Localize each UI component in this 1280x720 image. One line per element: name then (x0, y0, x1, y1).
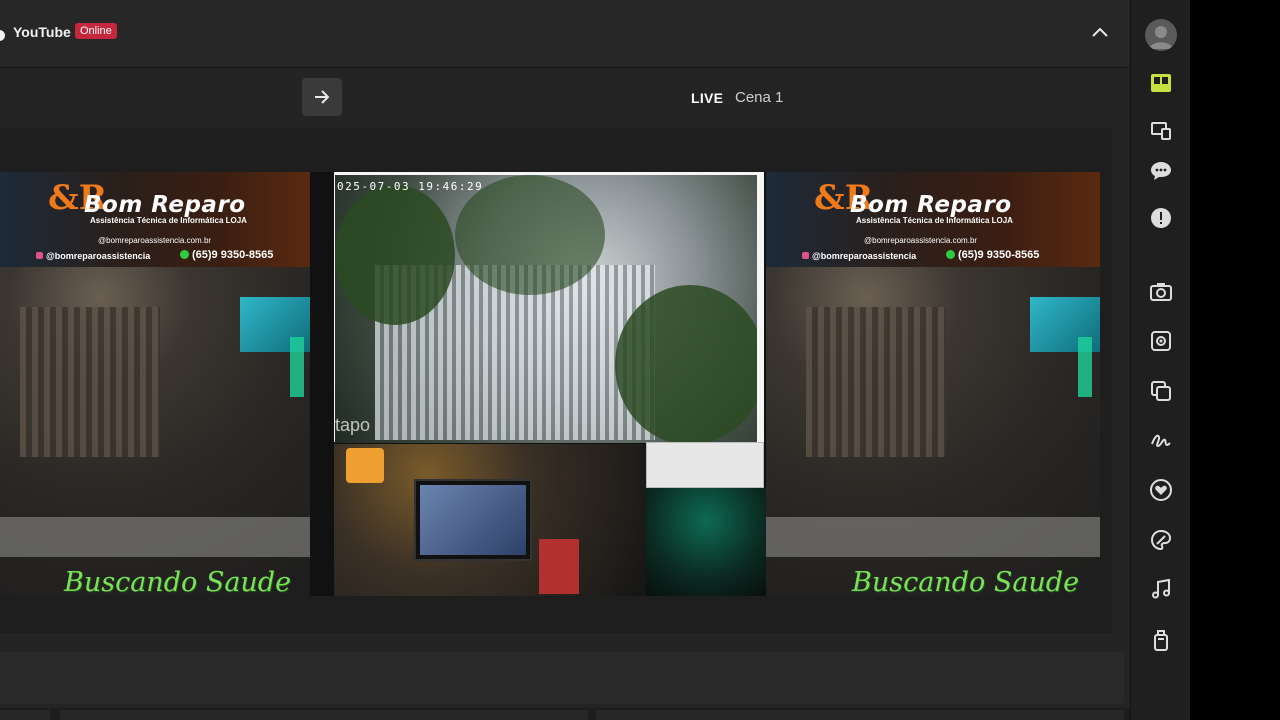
banner-phone-text: (65)9 9350-8565 (192, 249, 274, 261)
camera-brand: tapo (335, 415, 371, 435)
heart-badge-button[interactable] (1146, 475, 1176, 505)
user-icon (1149, 26, 1173, 49)
alert-button[interactable] (1146, 203, 1176, 233)
heart-badge-icon (1150, 479, 1172, 501)
store-banner: &R Bom Reparo Assistência Técnica de Inf… (0, 172, 310, 267)
live-label: LIVE (691, 90, 724, 106)
camera-icon (1150, 283, 1172, 301)
devices-button[interactable] (1146, 116, 1176, 146)
instagram-icon (802, 252, 809, 259)
side-scene (646, 488, 766, 596)
camera-plant-top (455, 175, 605, 295)
desk-camera-source (334, 444, 646, 596)
overlay-text-left: Buscando Saude (64, 567, 292, 596)
store-banner-right: &R Bom Reparo Assistência Técnica de Inf… (766, 172, 1100, 267)
security-camera-source: 025-07-03 19:46:29 tapo (334, 172, 764, 488)
outer-background (1190, 0, 1280, 720)
room-door (20, 307, 160, 457)
camera-plant-right (615, 285, 757, 443)
layout-grid-icon (1151, 74, 1171, 92)
scene-toolbar: LIVE Cena 1 (0, 68, 1130, 128)
store-room-view-right (766, 267, 1100, 596)
transition-arrow-button[interactable] (302, 78, 342, 116)
destination-header: YouTube Online (0, 0, 1130, 68)
avatar[interactable] (1145, 19, 1177, 51)
studio-app: YouTube Online LIVE Cena 1 &R Bom Reparo… (0, 0, 1280, 720)
bottom-segment (596, 710, 1124, 720)
palette-button[interactable] (1146, 525, 1176, 555)
banner-title-right: Bom Reparo (850, 192, 1012, 218)
camera-window-bar (646, 442, 764, 488)
room-light (290, 337, 304, 397)
main-panel: YouTube Online LIVE Cena 1 &R Bom Reparo… (0, 0, 1130, 720)
signature-icon (1151, 434, 1171, 448)
platform-name: YouTube (13, 24, 71, 40)
status-badge: Online (75, 23, 117, 39)
banner-phone: (65)9 9350-8565 (180, 249, 273, 261)
webcam-button[interactable] (1146, 326, 1176, 356)
webcam-icon (1151, 331, 1171, 351)
palette-icon (1150, 529, 1172, 551)
bottom-segment (0, 710, 50, 720)
desk-monitor (414, 479, 532, 561)
banner-phone-right: (65)9 9350-8565 (946, 249, 1039, 261)
device-button[interactable] (1146, 625, 1176, 655)
instagram-icon (36, 252, 43, 259)
bottom-panel-strip (0, 708, 1130, 720)
layers-button[interactable] (1146, 376, 1176, 406)
devices-icon (1151, 122, 1171, 140)
chevron-up-icon (1092, 27, 1108, 37)
banner-website: @bomreparoassistencia.com.br (98, 236, 212, 245)
alert-icon (1151, 208, 1171, 228)
camera-plant-left (335, 185, 455, 325)
scene-canvas[interactable]: &R Bom Reparo Assistência Técnica de Inf… (0, 172, 1100, 596)
whatsapp-icon (180, 250, 189, 259)
chat-button[interactable] (1146, 156, 1176, 186)
banner-instagram-right: @bomreparoassistencia (802, 251, 916, 261)
desk-box (539, 539, 579, 594)
desk-lamp (346, 448, 384, 483)
arrow-right-icon (315, 90, 330, 104)
right-rail (1130, 0, 1190, 720)
collapse-button[interactable] (1085, 18, 1115, 48)
controls-bar (0, 652, 1124, 704)
chat-icon (1151, 162, 1171, 180)
music-note-icon (1152, 578, 1170, 599)
youtube-icon (0, 30, 5, 41)
banner-instagram: @bomreparoassistencia (36, 251, 150, 261)
banner-subtitle: Assistência Técnica de Informática LOJA (90, 216, 247, 225)
room-light-right (1078, 337, 1092, 397)
camera-view: 025-07-03 19:46:29 tapo (335, 175, 757, 443)
room-desk (0, 517, 310, 557)
store-camera-source-left: &R Bom Reparo Assistência Técnica de Inf… (0, 172, 310, 596)
room-desk-right (766, 517, 1100, 557)
banner-phone-text-right: (65)9 9350-8565 (958, 249, 1040, 261)
bottom-segment (60, 710, 588, 720)
store-camera-source-right: &R Bom Reparo Assistência Técnica de Inf… (766, 172, 1100, 596)
banner-subtitle-right: Assistência Técnica de Informática LOJA (856, 216, 1013, 225)
banner-instagram-text-right: @bomreparoassistencia (812, 251, 917, 261)
monitor-screen (420, 485, 526, 555)
camera-timestamp: 025-07-03 19:46:29 (337, 180, 484, 193)
room-door-right (806, 307, 946, 457)
scene-name: Cena 1 (735, 89, 784, 106)
layers-icon (1151, 381, 1171, 401)
signature-button[interactable] (1146, 425, 1176, 455)
camera-button[interactable] (1146, 277, 1176, 307)
store-room-view (0, 267, 310, 596)
device-icon (1154, 630, 1168, 651)
overlay-text-right: Buscando Saude (852, 567, 1080, 596)
layout-grid-button[interactable] (1146, 68, 1176, 98)
banner-website-right: @bomreparoassistencia.com.br (864, 236, 978, 245)
whatsapp-icon (946, 250, 955, 259)
banner-instagram-text: @bomreparoassistencia (46, 251, 151, 261)
music-button[interactable] (1146, 574, 1176, 604)
banner-title: Bom Reparo (84, 192, 246, 218)
